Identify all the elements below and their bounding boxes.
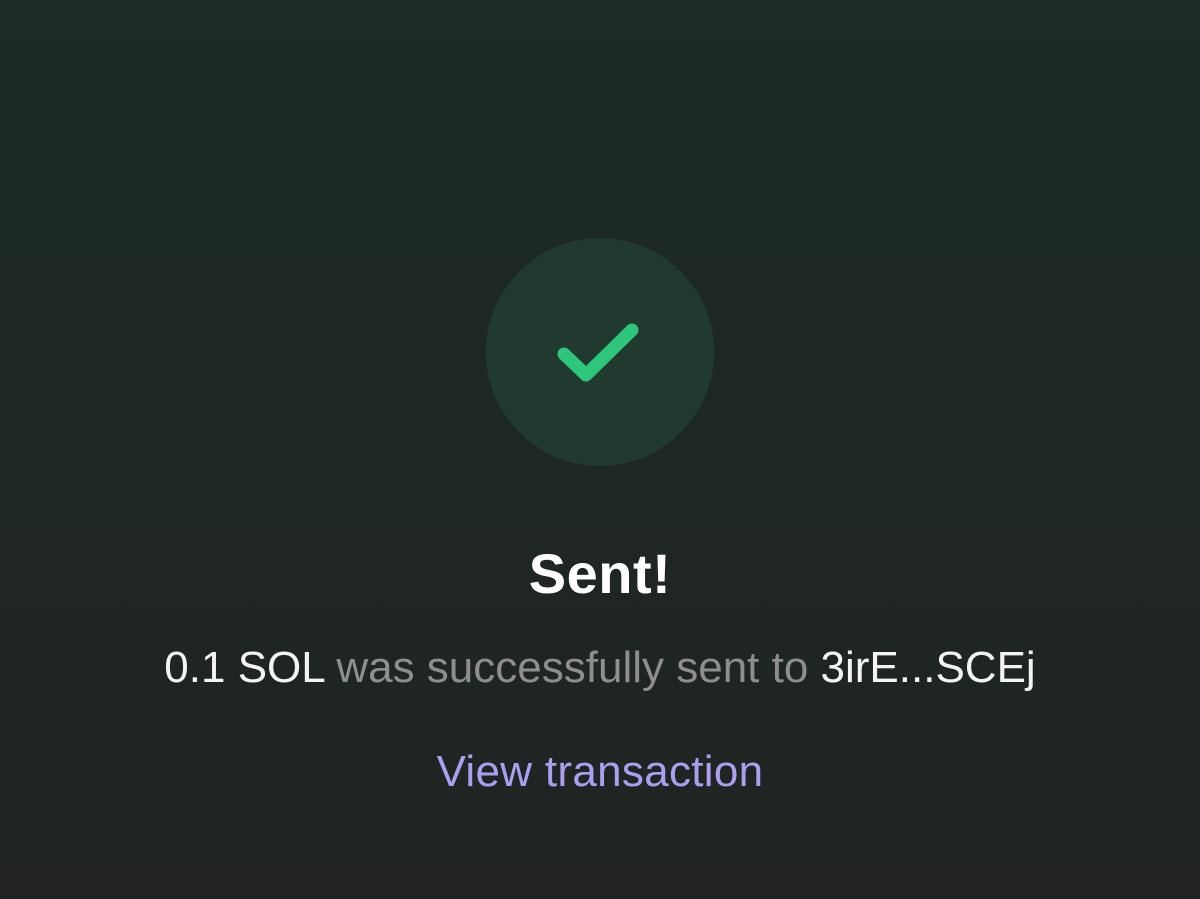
success-message: 0.1 SOL was successfully sent to 3irE...… [0, 640, 1200, 696]
message-text: was successfully sent to [324, 643, 821, 692]
check-icon [557, 323, 639, 382]
page-title: Sent! [528, 542, 672, 605]
success-status-circle [486, 238, 714, 466]
sent-amount: 0.1 SOL [164, 643, 325, 692]
recipient-address: 3irE...SCEj [820, 643, 1036, 692]
view-transaction-container: View transaction [0, 744, 1200, 800]
view-transaction-link[interactable]: View transaction [437, 747, 764, 796]
send-success-screen: Sent! 0.1 SOL was successfully sent to 3… [0, 0, 1200, 899]
